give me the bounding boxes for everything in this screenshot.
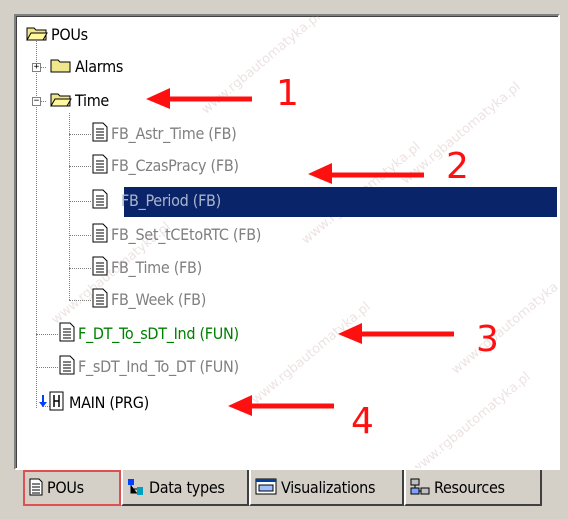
tree-root-pous[interactable]: POUs xyxy=(26,22,91,48)
tree-item-main[interactable]: MAIN (PRG) xyxy=(38,390,152,416)
tree-item-label: FB_Astr_Time (FB) xyxy=(111,124,237,143)
annotation-arrow xyxy=(338,323,454,344)
document-icon xyxy=(29,478,43,496)
annotation-arrow xyxy=(308,163,424,184)
tree-folder-time[interactable]: Time xyxy=(50,88,112,114)
folder-icon xyxy=(50,57,72,77)
watermark: www.rgbautomatyka.pl xyxy=(408,369,534,470)
tree-item-label: FB_Time (FB) xyxy=(111,258,202,277)
watermark: www.rgbautomatyka.pl xyxy=(448,269,560,378)
tree-item-label: FB_Set_tCEtoRTC (FB) xyxy=(111,225,262,244)
annotation-arrow xyxy=(146,88,252,109)
document-icon xyxy=(92,256,108,280)
tab-resources[interactable]: Resources xyxy=(404,470,542,506)
tab-label: POUs xyxy=(47,477,84,497)
tab-label: Visualizations xyxy=(281,477,376,497)
tree-item-label: FB_Week (FB) xyxy=(111,290,207,309)
tab-label: Data types xyxy=(149,477,225,497)
document-icon xyxy=(92,288,108,312)
tab-data-types[interactable]: Data types xyxy=(121,470,249,506)
open-folder-icon xyxy=(26,25,48,45)
annotation-number: 1 xyxy=(276,73,299,114)
tree-item-fb-week[interactable]: FB_Week (FB) xyxy=(92,287,209,313)
annotation-arrow xyxy=(228,395,334,416)
document-icon xyxy=(92,189,108,213)
tree-root-label: POUs xyxy=(51,25,88,44)
document-icon xyxy=(59,322,75,346)
annotation-number: 2 xyxy=(446,146,469,187)
data-types-icon xyxy=(127,478,145,496)
expand-alarms-button[interactable]: + xyxy=(32,63,41,72)
pou-tree-panel[interactable]: www.rgbautomatyka.pl www.rgbautomatyka.p… xyxy=(14,14,560,470)
tree-folder-label: Time xyxy=(75,91,109,110)
annotation-number: 4 xyxy=(351,401,374,442)
tree-folder-alarms[interactable]: Alarms xyxy=(50,54,126,80)
collapse-time-button[interactable]: − xyxy=(32,97,41,106)
document-icon xyxy=(92,223,108,247)
arrow-down-icon xyxy=(38,393,48,413)
visualization-icon xyxy=(255,478,277,496)
tab-label: Resources xyxy=(434,477,505,497)
tree-item-fb-period[interactable]: FB_Period (FB) xyxy=(92,188,224,214)
tab-pous[interactable]: POUs xyxy=(23,470,121,506)
tree-item-f-sdt-ind-to-dt[interactable]: F_sDT_Ind_To_DT (FUN) xyxy=(59,354,242,380)
tree-item-label: FB_CzasPracy (FB) xyxy=(111,156,239,175)
tree-item-fb-czaspracy[interactable]: FB_CzasPracy (FB) xyxy=(92,153,242,179)
tree-item-fb-time[interactable]: FB_Time (FB) xyxy=(92,255,205,281)
tree-item-fb-astr-time[interactable]: FB_Astr_Time (FB) xyxy=(92,121,240,147)
tree-folder-label: Alarms xyxy=(75,57,124,76)
tree-item-label: F_DT_To_sDT_Ind (FUN) xyxy=(78,324,239,343)
tree-item-label: MAIN (PRG) xyxy=(69,393,149,412)
tree-item-label: FB_Period (FB) xyxy=(121,191,221,210)
open-folder-icon xyxy=(50,91,72,111)
tree-item-label: F_sDT_Ind_To_DT (FUN) xyxy=(78,357,239,376)
document-icon xyxy=(92,122,108,146)
tree-item-fb-set-tcetortc[interactable]: FB_Set_tCEtoRTC (FB) xyxy=(92,222,264,248)
watermark: www.rgbautomatyka.pl xyxy=(248,299,374,408)
document-icon xyxy=(59,355,75,379)
tree-item-f-dt-to-sdt-ind[interactable]: F_DT_To_sDT_Ind (FUN) xyxy=(59,321,242,347)
program-icon xyxy=(48,391,66,415)
tab-visualizations[interactable]: Visualizations xyxy=(249,470,404,506)
document-icon xyxy=(92,154,108,178)
resources-icon xyxy=(410,478,430,496)
annotation-number: 3 xyxy=(476,319,499,360)
